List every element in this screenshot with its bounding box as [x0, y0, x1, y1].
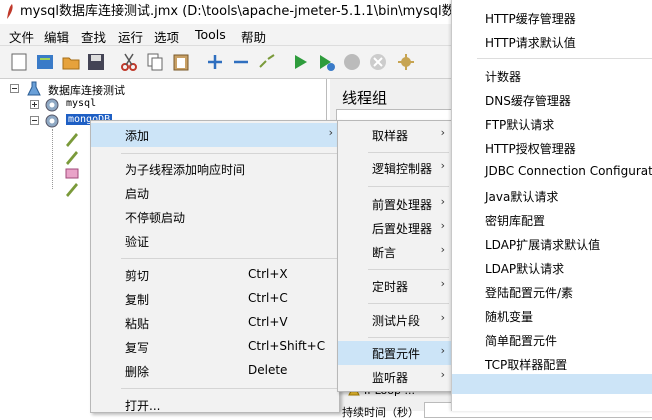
menu-separator: [368, 269, 449, 270]
menu-separator: [368, 152, 449, 153]
stop-icon[interactable]: [342, 52, 362, 72]
config-item-keystore[interactable]: 密钥库配置: [485, 212, 545, 229]
test-plan-flask-icon: [27, 81, 41, 96]
jmeter-feather-icon: [7, 4, 13, 19]
submenu-item-pre-processor[interactable]: 前置处理器 ›: [338, 192, 451, 216]
menu-item-paste[interactable]: 粘贴 Ctrl+V: [91, 311, 339, 335]
new-file-icon[interactable]: [9, 52, 29, 72]
config-item-jdbc-connection[interactable]: JDBC Connection Configuration: [485, 164, 652, 178]
submenu-item-test-fragment[interactable]: 测试片段 ›: [338, 308, 451, 332]
sampler-pen-icon[interactable]: [64, 181, 80, 197]
panel-heading: 线程组: [342, 89, 388, 107]
tree-root-label[interactable]: 数据库连接测试: [48, 82, 125, 98]
submenu-arrow-icon: ›: [440, 311, 445, 324]
sampler-pen-icon[interactable]: [64, 149, 80, 165]
submenu-item-logic-controller[interactable]: 逻辑控制器 ›: [338, 156, 451, 180]
menu-item-open[interactable]: 打开...: [91, 393, 339, 417]
menu-help[interactable]: 帮助: [241, 27, 266, 46]
submenu-arrow-icon: ›: [440, 195, 445, 208]
templates-icon[interactable]: [35, 52, 55, 72]
menu-separator: [477, 58, 652, 59]
thread-group-gear-icon: [45, 114, 59, 128]
submenu-item-post-processor[interactable]: 后置处理器 ›: [338, 216, 451, 240]
copy-icon[interactable]: [145, 52, 165, 72]
submenu-arrow-icon: ›: [328, 126, 333, 139]
expand-icon[interactable]: [205, 52, 225, 72]
thread-group-gear-icon: [45, 98, 59, 112]
submenu-arrow-icon: ›: [440, 277, 445, 290]
menu-item-validate[interactable]: 验证: [91, 229, 339, 253]
submenu-arrow-icon: ›: [440, 368, 445, 381]
config-item-simple-config[interactable]: 简单配置元件: [485, 332, 557, 349]
menu-file[interactable]: 文件: [9, 27, 34, 46]
submenu-item-sampler[interactable]: 取样器 ›: [338, 123, 451, 147]
collapse-icon[interactable]: [231, 52, 251, 72]
menu-item-add[interactable]: 添加 ›: [91, 123, 339, 147]
submenu-item-assertion[interactable]: 断言 ›: [338, 240, 451, 264]
menu-run[interactable]: 运行: [118, 27, 143, 46]
start-no-pause-icon[interactable]: [316, 52, 336, 72]
save-icon[interactable]: [86, 52, 106, 72]
menu-separator: [121, 388, 337, 389]
menu-separator: [121, 258, 337, 259]
open-folder-icon[interactable]: [61, 52, 81, 72]
collapse-toggle-icon[interactable]: [10, 84, 19, 93]
menu-item-delete[interactable]: 删除 Delete: [91, 359, 339, 383]
context-menu: 添加 › 为子线程添加响应时间 启动 不停顿启动 验证 剪切 Ctrl+X 复制…: [90, 120, 340, 413]
config-item-ldap-ext-defaults[interactable]: LDAP扩展请求默认值: [485, 236, 600, 253]
config-item-counter[interactable]: 计数器: [485, 68, 521, 85]
clear-icon[interactable]: [396, 52, 416, 72]
submenu-arrow-icon: ›: [440, 159, 445, 172]
paste-icon[interactable]: [171, 52, 191, 72]
menu-tools[interactable]: Tools: [195, 27, 226, 42]
submenu-item-timer[interactable]: 定时器 ›: [338, 274, 451, 298]
tree-item-mysql[interactable]: mysql: [66, 98, 96, 109]
sampler-pen-icon[interactable]: [64, 131, 80, 147]
submenu-arrow-icon: ›: [440, 243, 445, 256]
menu-search[interactable]: 查找: [81, 27, 106, 46]
duration-label: 持续时间（秒）: [342, 406, 419, 419]
menu-separator: [368, 303, 449, 304]
config-item-highlighted[interactable]: [452, 374, 652, 394]
shutdown-icon[interactable]: [368, 52, 388, 72]
config-item-http-auth-manager[interactable]: HTTP授权管理器: [485, 140, 576, 157]
menu-item-start-no-pause[interactable]: 不停顿启动: [91, 205, 339, 229]
toggle-icon[interactable]: [257, 52, 277, 72]
submenu-item-config-element[interactable]: 配置元件 ›: [338, 341, 451, 365]
config-item-ldap-defaults[interactable]: LDAP默认请求: [485, 260, 564, 277]
config-item-login-config[interactable]: 登陆配置元件/素: [485, 284, 573, 301]
config-item-java-defaults[interactable]: Java默认请求: [485, 188, 558, 205]
menu-separator: [368, 337, 449, 338]
menu-item-copy[interactable]: 复制 Ctrl+C: [91, 287, 339, 311]
submenu-arrow-icon: ›: [440, 219, 445, 232]
cut-icon[interactable]: [119, 52, 139, 72]
submenu-item-listener[interactable]: 监听器 ›: [338, 365, 451, 389]
start-icon[interactable]: [290, 52, 310, 72]
config-item-http-cache-manager[interactable]: HTTP缓存管理器: [485, 10, 576, 27]
listener-chart-icon[interactable]: [64, 165, 80, 181]
menu-options[interactable]: 选项: [154, 27, 179, 46]
menu-separator: [368, 186, 449, 187]
tree-guide-line: [52, 129, 54, 189]
window-title: mysql数据库连接测试.jmx (D:\tools\apache-jmeter…: [20, 4, 481, 19]
config-item-random-variable[interactable]: 随机变量: [485, 308, 533, 325]
menu-edit[interactable]: 编辑: [44, 27, 69, 46]
expand-toggle-icon[interactable]: [30, 100, 39, 109]
menu-item-duplicate[interactable]: 复写 Ctrl+Shift+C: [91, 335, 339, 359]
config-element-submenu: HTTP缓存管理器 HTTP请求默认值 计数器 DNS缓存管理器 FTP默认请求…: [451, 0, 652, 411]
config-item-tcp-sampler-config[interactable]: TCP取样器配置: [485, 356, 567, 373]
config-item-ftp-defaults[interactable]: FTP默认请求: [485, 116, 554, 133]
collapse-toggle-icon[interactable]: [30, 116, 39, 125]
config-item-http-request-defaults[interactable]: HTTP请求默认值: [485, 34, 576, 51]
menu-item-start[interactable]: 启动: [91, 181, 339, 205]
submenu-arrow-icon: ›: [440, 126, 445, 139]
add-submenu: 取样器 › 逻辑控制器 › 前置处理器 › 后置处理器 › 断言 › 定时器 ›…: [337, 120, 452, 392]
menu-item-cut[interactable]: 剪切 Ctrl+X: [91, 263, 339, 287]
menu-item-add-think-time[interactable]: 为子线程添加响应时间: [91, 157, 339, 181]
config-item-dns-cache-manager[interactable]: DNS缓存管理器: [485, 92, 571, 109]
submenu-arrow-icon: ›: [440, 344, 445, 357]
menu-separator: [121, 153, 337, 154]
